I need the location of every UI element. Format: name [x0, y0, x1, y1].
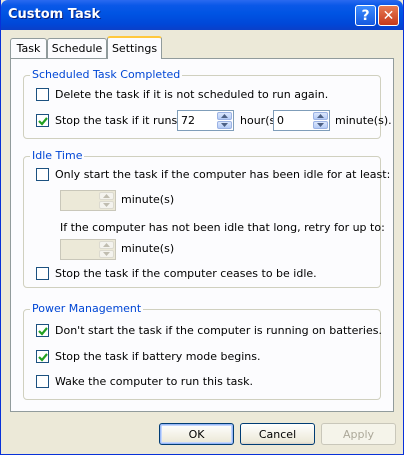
ok-label: OK — [188, 427, 205, 441]
checkmark-icon — [37, 326, 48, 336]
question-icon: ? — [361, 7, 370, 24]
minutes-unit-label: minute(s). — [335, 114, 392, 127]
close-button[interactable]: ✕ — [378, 5, 399, 26]
arrow-down-icon — [103, 252, 110, 256]
battery-mode-checkbox[interactable] — [36, 350, 49, 363]
tab-label: Schedule — [51, 42, 103, 55]
stop-idle-checkbox[interactable] — [36, 267, 49, 280]
idle-minutes-unit-label: minute(s) — [121, 193, 175, 206]
tab-label: Settings — [111, 42, 158, 55]
arrow-down-icon — [317, 123, 324, 127]
title-bar[interactable]: Custom Task ? ✕ — [1, 0, 403, 30]
wake-computer-checkbox[interactable] — [36, 375, 49, 388]
group-legend: Idle Time — [30, 149, 85, 162]
retry-label: If the computer has not been idle that l… — [60, 221, 385, 234]
arrow-down-icon — [103, 203, 110, 207]
help-button[interactable]: ? — [355, 5, 376, 26]
spin-up-button[interactable] — [313, 112, 328, 120]
apply-button[interactable]: Apply — [321, 423, 396, 445]
spin-down-button[interactable] — [99, 201, 114, 209]
arrow-up-icon — [317, 114, 324, 118]
spin-down-button[interactable] — [99, 250, 114, 258]
close-icon: ✕ — [382, 7, 395, 24]
window-title: Custom Task — [8, 7, 101, 22]
hours-spinner[interactable]: 72 — [177, 110, 234, 131]
retry-minutes-unit-label: minute(s) — [121, 242, 175, 255]
hours-value: 72 — [181, 114, 195, 127]
stop-task-checkbox[interactable] — [36, 114, 49, 127]
checkmark-icon — [37, 352, 48, 362]
delete-task-checkbox[interactable] — [36, 88, 49, 101]
cancel-label: Cancel — [258, 427, 297, 441]
batteries-label: Don't start the task if the computer is … — [55, 324, 382, 337]
minutes-spinner[interactable]: 0 — [273, 110, 330, 131]
custom-task-dialog: Custom Task ? ✕ Task Schedule Settings S… — [0, 0, 404, 455]
minutes-value: 0 — [277, 114, 284, 127]
arrow-up-icon — [103, 194, 110, 198]
settings-panel: Scheduled Task Completed Delete the task… — [10, 58, 394, 412]
tab-settings[interactable]: Settings — [107, 36, 162, 59]
apply-label: Apply — [342, 427, 375, 441]
idle-time-group: Idle Time Only start the task if the com… — [23, 149, 390, 288]
only-start-idle-checkbox[interactable] — [36, 168, 49, 181]
group-legend: Scheduled Task Completed — [30, 68, 183, 81]
group-legend: Power Management — [30, 302, 144, 315]
checkmark-icon — [37, 116, 48, 126]
stop-idle-label: Stop the task if the computer ceases to … — [55, 267, 317, 280]
battery-mode-label: Stop the task if battery mode begins. — [55, 350, 261, 363]
tab-schedule[interactable]: Schedule — [47, 38, 107, 58]
arrow-up-icon — [103, 243, 110, 247]
arrow-up-icon — [221, 114, 228, 118]
spin-down-button[interactable] — [217, 121, 232, 129]
cancel-button[interactable]: Cancel — [240, 423, 315, 445]
spin-down-button[interactable] — [313, 121, 328, 129]
tab-task[interactable]: Task — [10, 38, 47, 58]
spin-up-button[interactable] — [99, 192, 114, 200]
ok-button[interactable]: OK — [159, 423, 234, 445]
only-start-idle-label: Only start the task if the computer has … — [55, 168, 391, 181]
delete-task-label: Delete the task if it is not scheduled t… — [55, 88, 329, 101]
wake-computer-label: Wake the computer to run this task. — [55, 375, 253, 388]
idle-minutes-spinner[interactable] — [60, 190, 116, 211]
tab-label: Task — [16, 42, 41, 55]
retry-minutes-spinner[interactable] — [60, 239, 116, 260]
spin-up-button[interactable] — [217, 112, 232, 120]
scheduled-task-group: Scheduled Task Completed Delete the task… — [23, 68, 392, 139]
spin-up-button[interactable] — [99, 241, 114, 249]
power-management-group: Power Management Don't start the task if… — [23, 302, 382, 400]
arrow-down-icon — [221, 123, 228, 127]
batteries-checkbox[interactable] — [36, 324, 49, 337]
